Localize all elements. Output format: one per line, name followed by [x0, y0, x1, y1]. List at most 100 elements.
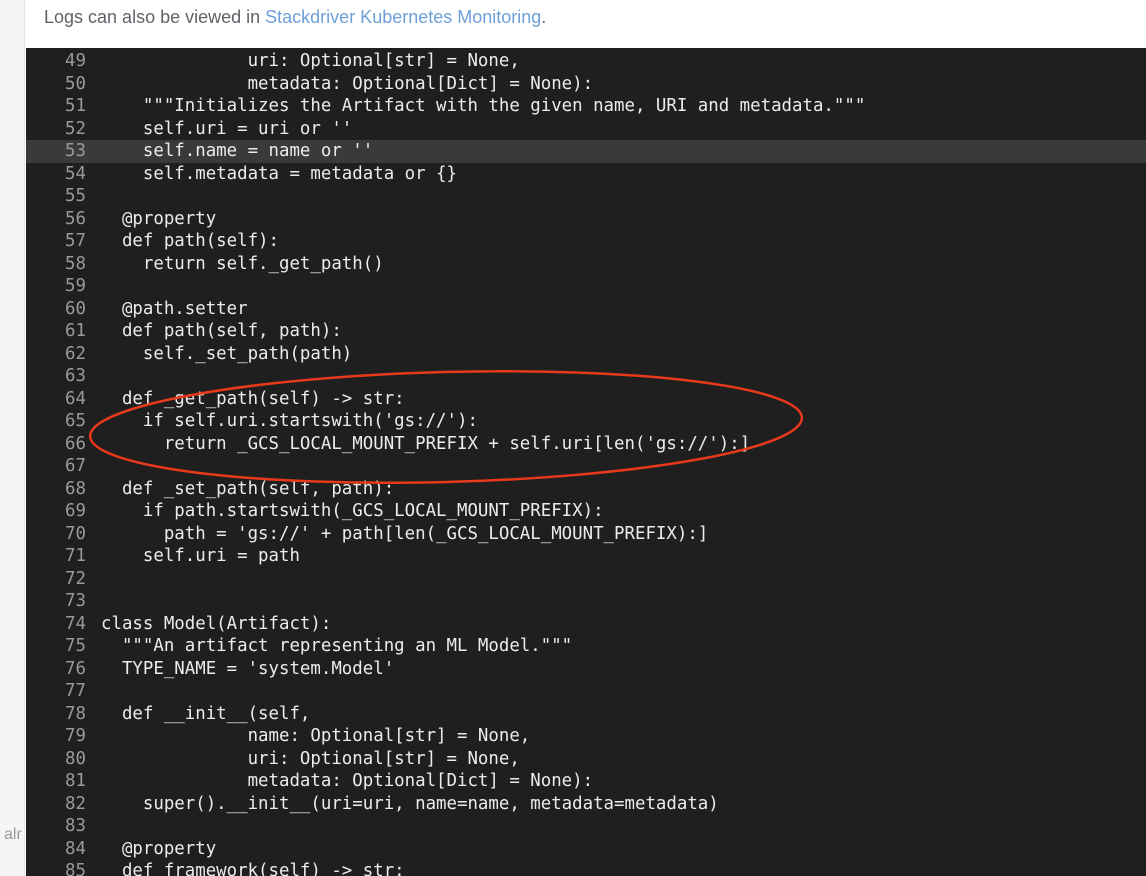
code-line: 52 self.uri = uri or '': [26, 118, 1146, 141]
code-line: 84 @property: [26, 838, 1146, 861]
line-code: self._set_path(path): [101, 343, 353, 364]
line-number: 64: [65, 388, 86, 409]
line-code: def _set_path(self, path):: [101, 478, 395, 499]
info-bar-text: Logs can also be viewed in: [44, 7, 266, 27]
line-number: 57: [65, 231, 86, 251]
line-number: 56: [65, 208, 86, 229]
line-code: if path.startswith(_GCS_LOCAL_MOUNT_PREF…: [101, 501, 604, 521]
code-line: 49 uri: Optional[str] = None,: [26, 50, 1146, 73]
line-number: 49: [65, 51, 86, 71]
line-number: 80: [65, 748, 86, 769]
line-code: """An artifact representing an ML Model.…: [101, 636, 573, 656]
line-number: 85: [65, 861, 86, 876]
code-line: 51 """Initializes the Artifact with the …: [26, 95, 1146, 118]
code-line: 50 metadata: Optional[Dict] = None):: [26, 73, 1146, 96]
code-line: 58 return self._get_path(): [26, 253, 1146, 276]
line-code: if self.uri.startswith('gs://'):: [101, 411, 478, 431]
code-line: 85 def framework(self) -> str:: [26, 860, 1146, 876]
line-number: 61: [65, 321, 86, 341]
logs-page: alr Logs can also be viewed in Stackdriv…: [0, 0, 1146, 876]
info-bar-suffix: .: [541, 7, 547, 27]
code-line: 54 self.metadata = metadata or {}: [26, 163, 1146, 186]
code-line: 63: [26, 365, 1146, 388]
line-number: 63: [65, 366, 86, 386]
line-code: self.uri = uri or '': [101, 118, 353, 139]
line-code: uri: Optional[str] = None,: [101, 51, 520, 71]
line-number: 51: [65, 96, 86, 116]
line-number: 74: [65, 613, 86, 634]
code-line: 65 if self.uri.startswith('gs://'):: [26, 410, 1146, 433]
line-number: 62: [65, 343, 86, 364]
code-line: 66 return _GCS_LOCAL_MOUNT_PREFIX + self…: [26, 433, 1146, 456]
line-number: 82: [65, 793, 86, 814]
line-number: 59: [65, 276, 86, 296]
line-code: TYPE_NAME = 'system.Model': [101, 658, 395, 679]
code-line: 82 super().__init__(uri=uri, name=name, …: [26, 793, 1146, 816]
code-line: 62 self._set_path(path): [26, 343, 1146, 366]
code-line: 79 name: Optional[str] = None,: [26, 725, 1146, 748]
line-number: 69: [65, 501, 86, 521]
line-number: 50: [65, 73, 86, 94]
line-code: @property: [101, 208, 217, 229]
line-code: self.uri = path: [101, 546, 300, 566]
line-code: self.name = name or '': [101, 141, 374, 161]
line-code: def path(self):: [101, 231, 279, 251]
code-line: 55: [26, 185, 1146, 208]
line-number: 65: [65, 411, 86, 431]
line-code: def framework(self) -> str:: [101, 861, 405, 876]
line-code: path = 'gs://' + path[len(_GCS_LOCAL_MOU…: [101, 523, 709, 544]
code-line: 53 self.name = name or '': [26, 140, 1146, 163]
log-code-viewer[interactable]: 49 uri: Optional[str] = None, 50 metadata…: [26, 48, 1146, 876]
line-number: 79: [65, 726, 86, 746]
code-line: 67: [26, 455, 1146, 478]
line-code: name: Optional[str] = None,: [101, 726, 531, 746]
line-number: 68: [65, 478, 86, 499]
line-code: uri: Optional[str] = None,: [101, 748, 520, 769]
line-code: @property: [101, 838, 217, 859]
line-code: return self._get_path(): [101, 253, 384, 274]
line-code: metadata: Optional[Dict] = None):: [101, 73, 594, 94]
line-code: def _get_path(self) -> str:: [101, 388, 405, 409]
code-line: 57 def path(self):: [26, 230, 1146, 253]
line-number: 60: [65, 298, 86, 319]
line-code: def __init__(self,: [101, 703, 311, 724]
code-line: 64 def _get_path(self) -> str:: [26, 388, 1146, 411]
line-number: 53: [65, 141, 86, 161]
code-lines: 49 uri: Optional[str] = None, 50 metadata…: [26, 50, 1146, 876]
line-number: 52: [65, 118, 86, 139]
code-line: 81 metadata: Optional[Dict] = None):: [26, 770, 1146, 793]
line-code: metadata: Optional[Dict] = None):: [101, 771, 594, 791]
stackdriver-link[interactable]: Stackdriver Kubernetes Monitoring: [265, 7, 541, 27]
line-number: 70: [65, 523, 86, 544]
line-code: @path.setter: [101, 298, 248, 319]
line-number: 71: [65, 546, 86, 566]
line-number: 75: [65, 636, 86, 656]
line-code: def path(self, path):: [101, 321, 342, 341]
line-number: 83: [65, 816, 86, 836]
line-number: 78: [65, 703, 86, 724]
code-line: 70 path = 'gs://' + path[len(_GCS_LOCAL_…: [26, 523, 1146, 546]
code-line: 59: [26, 275, 1146, 298]
code-line: 77: [26, 680, 1146, 703]
code-line: 56 @property: [26, 208, 1146, 231]
code-line: 74 class Model(Artifact):: [26, 613, 1146, 636]
line-number: 72: [65, 568, 86, 589]
code-line: 76 TYPE_NAME = 'system.Model': [26, 658, 1146, 681]
line-number: 66: [65, 433, 86, 454]
line-number: 81: [65, 771, 86, 791]
code-line: 73: [26, 590, 1146, 613]
code-line: 61 def path(self, path):: [26, 320, 1146, 343]
line-number: 67: [65, 456, 86, 476]
line-code: """Initializes the Artifact with the giv…: [101, 96, 866, 116]
left-rail-text: alr: [4, 826, 22, 843]
line-number: 73: [65, 591, 86, 611]
line-number: 84: [65, 838, 86, 859]
code-line: 83: [26, 815, 1146, 838]
line-code: return _GCS_LOCAL_MOUNT_PREFIX + self.ur…: [101, 433, 751, 454]
line-number: 77: [65, 681, 86, 701]
info-bar: Logs can also be viewed in Stackdriver K…: [25, 0, 1146, 48]
line-number: 76: [65, 658, 86, 679]
left-rail: alr: [0, 0, 25, 876]
line-number: 58: [65, 253, 86, 274]
line-number: 55: [65, 186, 86, 206]
